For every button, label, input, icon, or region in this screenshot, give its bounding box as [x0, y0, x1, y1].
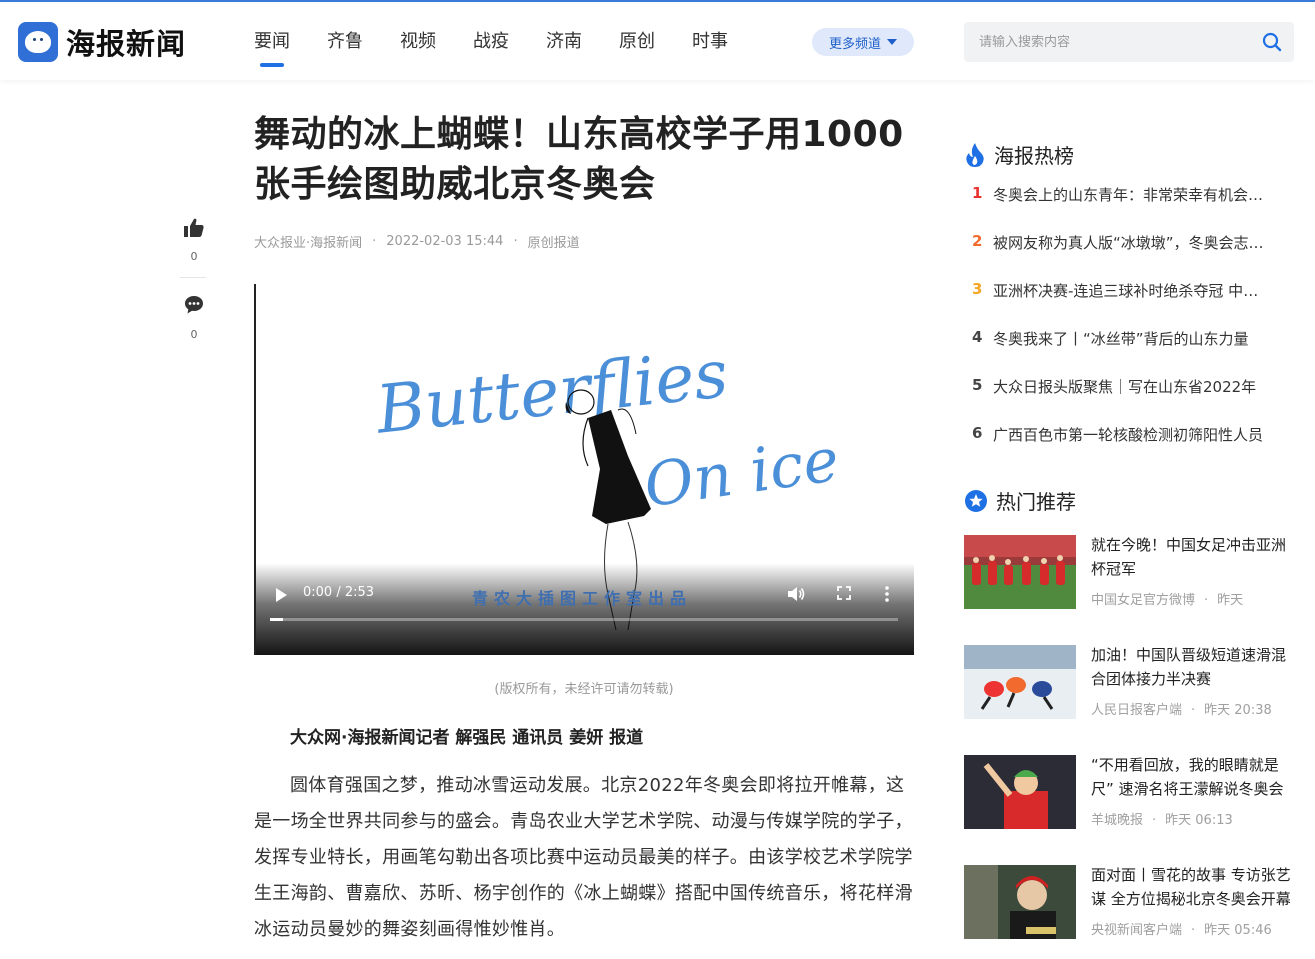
recommend-item-meta: 中国女足官方微博 · 昨天: [1091, 593, 1244, 608]
volume-icon[interactable]: [786, 585, 806, 603]
star-icon: [965, 489, 987, 512]
recommend-thumbnail: [964, 865, 1076, 939]
article-date: 2022-02-03 15:44: [386, 234, 504, 249]
hot-rank: 3: [972, 280, 983, 298]
video-controls: 青农大插图工作室出品 0:00 / 2:53: [256, 563, 914, 655]
hot-rank: 6: [972, 424, 983, 442]
flame-icon: [966, 142, 984, 167]
recommend-item[interactable]: 加油！中国队晋级短道速滑混合团体接力半决赛 人民日报客户端 · 昨天 20:38: [964, 645, 1294, 723]
comment-count: 0: [190, 328, 198, 341]
hot-rank: 2: [972, 232, 983, 250]
article-byline: 大众网·海报新闻记者 解强民 通讯员 姜妍 报道: [290, 728, 644, 748]
hot-rank: 1: [972, 184, 983, 202]
hot-item-title: 广西百色市第一轮核酸检测初筛阳性人员: [993, 426, 1264, 444]
recommend-thumbnail: [964, 755, 1076, 829]
fullscreen-icon[interactable]: [836, 585, 852, 601]
recommend-item[interactable]: “不用看回放，我的眼睛就是尺” 速滑名将王濛解说冬奥会 羊城晚报 · 昨天 06:1…: [964, 755, 1294, 833]
hot-item-title: 冬奥会上的山东青年：非常荣幸有机会参与: [993, 186, 1267, 204]
recommend-time: 昨天 20:38: [1204, 703, 1272, 718]
search-icon: [1262, 32, 1282, 52]
recommend-header: 热门推荐: [964, 486, 1076, 515]
hot-rank: 5: [972, 376, 983, 394]
play-icon[interactable]: [274, 587, 288, 603]
thumbs-up-icon: [184, 218, 204, 237]
recommend-source: 羊城晚报: [1091, 813, 1144, 828]
search-button[interactable]: [1250, 22, 1294, 62]
recommend-time: 昨天 05:46: [1204, 923, 1272, 938]
video-player[interactable]: Butterflies On ice 青农大插图工作室出品 0:00 / 2:5…: [254, 284, 914, 655]
hot-list-item[interactable]: 4 冬奥我来了丨“冰丝带”背后的山东力量: [972, 328, 1292, 376]
recommend-item-title: “不用看回放，我的眼睛就是尺” 速滑名将王濛解说冬奥会: [1091, 756, 1284, 798]
comment-icon: [185, 296, 203, 314]
article-meta: 大众报业·海报新闻 · 2022-02-03 15:44 · 原创报道: [254, 232, 914, 251]
seal-logo-icon: [18, 22, 58, 62]
logo-text: 海报新闻: [66, 27, 187, 61]
nav-item-jinan[interactable]: 济南: [546, 28, 582, 68]
meta-separator: ·: [372, 234, 377, 249]
article-type: 原创报道: [527, 236, 580, 251]
recommend-source: 中国女足官方微博: [1091, 593, 1196, 608]
more-options-icon[interactable]: [884, 585, 890, 603]
recommend-item-meta: 央视新闻客户端 · 昨天 05:46: [1091, 923, 1272, 938]
hot-rank: 4: [972, 328, 983, 346]
recommend-item[interactable]: 就在今晚！中国女足冲击亚洲杯冠军 中国女足官方微博 · 昨天: [964, 535, 1294, 613]
hot-item-title: 亚洲杯决赛-连追三球补时绝杀夺冠 中国女足: [993, 282, 1267, 300]
recommend-thumbnail: [964, 535, 1076, 609]
hot-list-title: 海报热榜: [994, 144, 1074, 168]
search-box: [964, 22, 1294, 62]
more-channels-label: 更多频道: [828, 36, 881, 52]
hot-list-item[interactable]: 6 广西百色市第一轮核酸检测初筛阳性人员: [972, 424, 1292, 472]
poster-text-on-ice: On ice: [640, 425, 843, 521]
hot-item-title: 大众日报头版聚焦｜写在山东省2022年: [993, 378, 1257, 396]
article-toolbar: 0 0: [180, 218, 208, 341]
like-button[interactable]: 0: [180, 218, 208, 263]
search-input[interactable]: [964, 22, 1250, 62]
more-channels-button[interactable]: 更多频道: [812, 28, 914, 56]
nav-item-original[interactable]: 原创: [619, 28, 655, 68]
hot-list-item[interactable]: 3 亚洲杯决赛-连追三球补时绝杀夺冠 中国女足: [972, 280, 1292, 328]
site-header: 海报新闻 要闻 齐鲁 视频 战疫 济南 原创 时事 更多频道: [0, 0, 1315, 80]
caret-down-icon: [887, 39, 897, 45]
recommend-time: 昨天: [1217, 593, 1244, 608]
article-paragraph: 圆体育强国之梦，推动冰雪运动发展。北京2022年冬奥会即将拉开帷幕，这是一场全世…: [254, 775, 913, 940]
hot-item-title: 冬奥我来了丨“冰丝带”背后的山东力量: [993, 330, 1249, 348]
recommend-item[interactable]: 面对面丨雪花的故事 专访张艺谋 全方位揭秘北京冬奥会开幕式 央视新闻客户端·昨天…: [964, 865, 1294, 943]
article-source: 大众报业·海报新闻: [254, 236, 363, 251]
article-header: 舞动的冰上蝴蝶！山东高校学子用1000张手绘图助威北京冬奥会 大众报业·海报新闻…: [254, 110, 914, 251]
like-count: 0: [190, 250, 198, 263]
video-time: 0:00 / 2:53: [303, 585, 375, 600]
recommend-source: 央视新闻客户端: [1091, 923, 1183, 938]
recommend-title: 热门推荐: [996, 490, 1076, 514]
toolbar-divider: [180, 277, 206, 278]
hot-list-item[interactable]: 1 冬奥会上的山东青年：非常荣幸有机会参与: [972, 184, 1292, 232]
nav-item-yaowen[interactable]: 要闻: [254, 28, 290, 68]
recommend-thumbnail: [964, 645, 1076, 719]
recommend-item-title: 面对面丨雪花的故事 专访张艺谋 全方位揭秘北京冬奥会开幕式: [1091, 866, 1291, 908]
hot-list-item[interactable]: 2 被网友称为真人版“冰墩墩”，冬奥会志愿者: [972, 232, 1292, 280]
recommend-time: 昨天 06:13: [1165, 813, 1233, 828]
nav-item-qilu[interactable]: 齐鲁: [327, 28, 363, 68]
hot-list: 1 冬奥会上的山东青年：非常荣幸有机会参与 2 被网友称为真人版“冰墩墩”，冬奥…: [972, 184, 1292, 472]
recommend-item-meta: 羊城晚报 · 昨天 06:13: [1091, 813, 1233, 828]
nav-item-zhanyi[interactable]: 战疫: [473, 28, 509, 68]
main-nav: 要闻 齐鲁 视频 战疫 济南 原创 时事: [254, 28, 765, 68]
video-caption: (版权所有，未经许可请勿转载): [494, 682, 674, 697]
site-logo[interactable]: 海报新闻: [18, 22, 186, 62]
video-progress-fill: [270, 618, 283, 621]
recommend-item-meta: 人民日报客户端 · 昨天 20:38: [1091, 703, 1272, 718]
meta-separator: ·: [513, 234, 518, 249]
poster-text-butterflies: Butterflies: [372, 335, 732, 449]
studio-credit: 青农大插图工作室出品: [472, 589, 693, 608]
nav-item-current-affairs[interactable]: 时事: [692, 28, 728, 68]
comment-button[interactable]: 0: [180, 294, 208, 341]
article-title: 舞动的冰上蝴蝶！山东高校学子用1000张手绘图助威北京冬奥会: [254, 114, 904, 205]
hot-list-item[interactable]: 5 大众日报头版聚焦｜写在山东省2022年: [972, 376, 1292, 424]
recommend-item-title: 就在今晚！中国女足冲击亚洲杯冠军: [1091, 536, 1287, 578]
hot-list-header: 海报热榜: [964, 140, 1074, 169]
recommend-source: 人民日报客户端: [1091, 703, 1183, 718]
hot-item-title: 被网友称为真人版“冰墩墩”，冬奥会志愿者: [993, 234, 1267, 252]
video-progress-bar[interactable]: [270, 618, 898, 621]
nav-item-video[interactable]: 视频: [400, 28, 436, 68]
recommend-item-title: 加油！中国队晋级短道速滑混合团体接力半决赛: [1091, 646, 1287, 688]
